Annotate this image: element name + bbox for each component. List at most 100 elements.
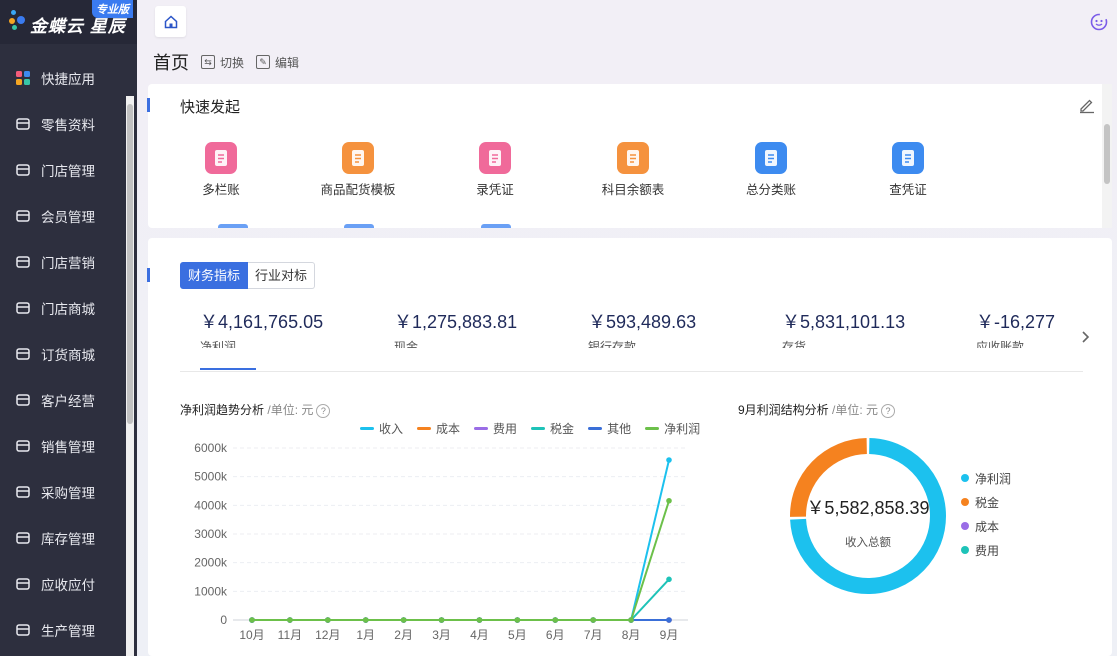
switch-button[interactable]: ⇆ 切换 <box>201 54 244 71</box>
sidebar-item-label: 快捷应用 <box>41 72 95 87</box>
data-point <box>514 617 521 623</box>
pie-legend-item[interactable]: 税金 <box>961 490 1011 514</box>
quick-start-item-label: 科目余额表 <box>601 183 665 197</box>
kpi-value: ￥1,275,883.81 <box>394 312 518 332</box>
quick-start-item[interactable]: 总分类账 <box>716 142 826 198</box>
y-tick-label: 0 <box>220 613 227 627</box>
x-tick-label: 2月 <box>394 628 413 642</box>
sidebar-item-label: 采购管理 <box>41 486 95 501</box>
data-point <box>325 617 331 623</box>
data-point <box>666 617 672 623</box>
sidebar-scrollbar-thumb[interactable] <box>127 104 133 424</box>
home-icon <box>164 14 177 28</box>
legend-label: 费用 <box>975 543 1000 558</box>
legend-swatch <box>588 427 603 430</box>
sidebar-item-label: 门店营销 <box>41 256 95 271</box>
x-tick-label: 7月 <box>584 628 603 642</box>
kpi-strip: ￥4,161,765.05 净利润 ￥1,275,883.81 现金 ￥593,489.… <box>200 308 1100 348</box>
sidebar-item[interactable]: 零售资料 <box>0 101 125 147</box>
legend-dot <box>961 474 969 482</box>
kpi-item[interactable]: ￥5,831,101.13 存货 <box>782 308 982 348</box>
sidebar-item[interactable]: 门店营销 <box>0 239 125 285</box>
sidebar-item[interactable]: 快捷应用 <box>0 55 125 101</box>
sidebar: 金蝶云 星辰 专业版 快捷应用零售资料 门店管理 会员管理门店营销门店商城 订货商城客… <box>0 0 137 656</box>
quick-start-item[interactable]: 查凭证 <box>853 142 963 198</box>
quick-start-item-label: 查凭证 <box>889 183 927 197</box>
quick-start-item[interactable]: 多栏账 <box>166 142 276 198</box>
sidebar-item[interactable]: 销售管理 <box>0 423 125 469</box>
main-area: 首页 ⇆ 切换 ✎ 编辑 快速发起 多栏账 商品配货模板 录凭证 科目余额表 总分类账 查凭证… <box>137 0 1117 656</box>
switch-icon: ⇆ <box>201 55 215 69</box>
marketing-tag-icon <box>14 253 32 271</box>
legend-dot <box>961 522 969 530</box>
help-icon[interactable]: ? <box>316 403 331 418</box>
assistant-icon[interactable] <box>1089 12 1109 32</box>
quick-start-next-row <box>344 224 374 228</box>
sidebar-item[interactable]: 订货商城 <box>0 331 125 377</box>
quick-start-scrollbar-thumb[interactable] <box>1104 124 1110 184</box>
data-point <box>249 617 255 623</box>
sidebar-item[interactable]: 会员管理 <box>0 193 125 239</box>
income-total-value: ￥5,582,858.39 <box>806 498 930 518</box>
legend-swatch <box>474 427 489 430</box>
quick-start-item-label: 商品配货模板 <box>320 183 396 197</box>
quick-start-item[interactable]: 商品配货模板 <box>303 142 413 198</box>
pie-legend-item[interactable]: 净利润 <box>961 466 1011 490</box>
tab-industry-benchmark[interactable]: 行业对标 <box>248 262 316 289</box>
document-icon <box>342 142 374 174</box>
page-header: 首页 ⇆ 切换 ✎ 编辑 <box>153 51 311 73</box>
kpi-item[interactable]: ￥593,489.63 银行存款 <box>588 308 788 348</box>
sidebar-item[interactable]: 门店商城 <box>0 285 125 331</box>
section-marker <box>147 98 150 112</box>
sidebar-item[interactable]: 客户经营 <box>0 377 125 423</box>
quick-start-item-label: 录凭证 <box>476 183 514 197</box>
sidebar-item-label: 生产管理 <box>41 624 95 639</box>
y-tick-label: 5000k <box>194 470 228 484</box>
sidebar-item[interactable]: 应收应付 <box>0 561 125 607</box>
storefront-icon <box>14 299 32 317</box>
home-tab-button[interactable] <box>155 6 186 37</box>
legend-label: 成本 <box>975 519 1000 534</box>
quick-start-item[interactable]: 科目余额表 <box>578 142 688 198</box>
y-tick-label: 1000k <box>194 584 228 598</box>
chevron-right-icon[interactable] <box>1078 330 1092 344</box>
page-title: 首页 <box>153 53 189 73</box>
pie-legend-item[interactable]: 费用 <box>961 538 1011 562</box>
help-icon[interactable]: ? <box>881 403 896 418</box>
sidebar-item[interactable]: 采购管理 <box>0 469 125 515</box>
quick-start-scrollbar[interactable] <box>1102 84 1112 228</box>
data-point <box>400 617 407 623</box>
edit-layout-button[interactable]: ✎ 编辑 <box>256 54 299 71</box>
x-tick-label: 1月 <box>356 628 375 642</box>
data-point <box>666 497 672 504</box>
y-tick-label: 4000k <box>194 498 228 512</box>
sidebar-item[interactable]: 库存管理 <box>0 515 125 561</box>
sidebar-scrollbar[interactable] <box>126 96 134 656</box>
pie-legend-item[interactable]: 成本 <box>961 514 1011 538</box>
top-bar <box>137 0 1117 44</box>
x-tick-label: 3月 <box>432 628 451 642</box>
divider <box>180 371 1083 372</box>
brand-logo[interactable]: 金蝶云 星辰 专业版 <box>0 0 137 44</box>
kpi-item[interactable]: ￥1,275,883.81 现金 <box>394 308 594 348</box>
factory-icon <box>14 621 32 639</box>
trend-line-chart: 0 1000k 2000k 3000k 4000k 5000k 6000k 10月 11月 12月… <box>194 441 688 642</box>
legend-dot <box>961 546 969 554</box>
sidebar-nav: 快捷应用零售资料 门店管理 会员管理门店营销门店商城 订货商城 客户经营 销售管理采购管理… <box>0 55 125 653</box>
trend-chart-title: 净利润趋势分析 /单位: 元? <box>180 401 331 418</box>
sidebar-item[interactable]: 生产管理 <box>0 607 125 653</box>
sidebar-item[interactable]: 门店管理 <box>0 147 125 193</box>
tab-financial-indicators[interactable]: 财务指标 <box>180 262 249 289</box>
series-line <box>252 578 670 621</box>
edit-label: 编辑 <box>275 55 300 70</box>
basket-icon <box>14 115 32 133</box>
legend-swatch <box>360 427 374 430</box>
kpi-item[interactable]: ￥4,161,765.05 净利润 <box>200 308 400 348</box>
x-tick-label: 5月 <box>508 628 527 642</box>
section-marker <box>147 268 150 282</box>
pencil-icon[interactable] <box>1078 96 1096 114</box>
kpi-active-indicator <box>200 368 256 370</box>
kpi-value: ￥5,831,101.13 <box>782 312 906 332</box>
y-tick-label: 2000k <box>194 556 228 570</box>
quick-start-item[interactable]: 录凭证 <box>440 142 550 198</box>
